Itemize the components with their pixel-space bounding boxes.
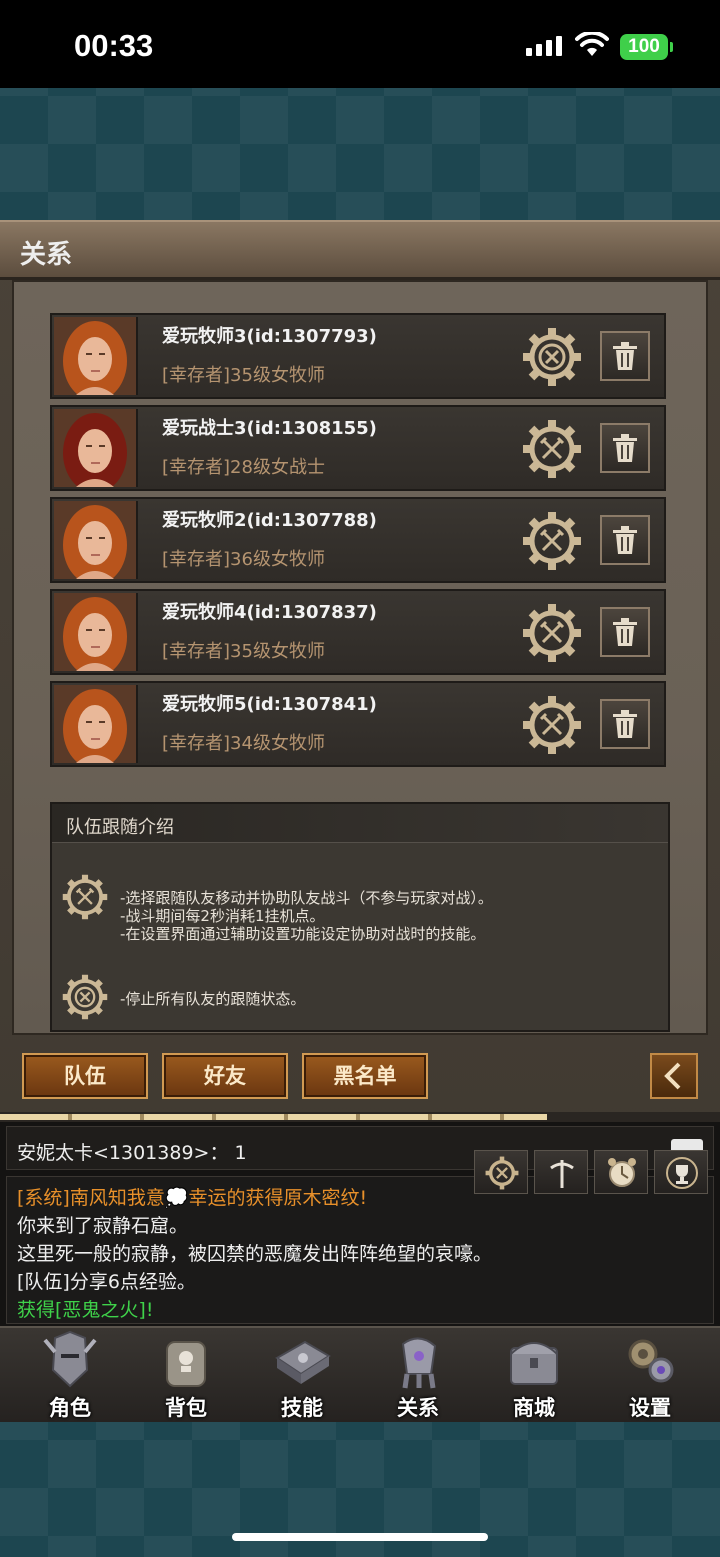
trash-icon bbox=[613, 526, 637, 554]
chat-message: [队伍]分享6点经验。 bbox=[17, 1271, 196, 1293]
friend-info: [幸存者]36级女牧师 bbox=[162, 549, 325, 570]
bottom-nav: 角色 背包 技能 关系 商城 设置 bbox=[0, 1326, 720, 1422]
chat-log: [系统]南风知我意💭幸运的获得原木密纹! 你来到了寂静石窟。这里死一般的寂静，被囚… bbox=[6, 1176, 714, 1324]
follow-button[interactable] bbox=[522, 603, 582, 663]
follow-button[interactable] bbox=[522, 695, 582, 755]
friend-row[interactable]: 爱玩战士3(id:1308155) [幸存者]28级女战士 bbox=[50, 405, 666, 491]
panel-title: 关系 bbox=[20, 240, 73, 270]
delete-friend-button[interactable] bbox=[600, 331, 650, 381]
chevron-left-icon bbox=[664, 1062, 681, 1090]
alarm-button[interactable] bbox=[594, 1150, 648, 1194]
gauntlet-icon bbox=[401, 1337, 437, 1389]
nav-item-backpack[interactable]: 背包 bbox=[131, 1328, 241, 1422]
avatar[interactable] bbox=[54, 593, 138, 671]
friend-info: [幸存者]28级女战士 bbox=[162, 457, 325, 478]
status-time: 00:33 bbox=[74, 28, 154, 63]
auto-follow-button[interactable] bbox=[474, 1150, 528, 1194]
follow-button[interactable] bbox=[522, 511, 582, 571]
chat-message: 这里死一般的寂静，被囚禁的恶魔发出阵阵绝望的哀嚎。 bbox=[17, 1243, 493, 1265]
gears-icon bbox=[628, 1339, 674, 1383]
nav-item-helmet[interactable]: 角色 bbox=[15, 1328, 125, 1422]
chat-message: 你来到了寂静石窟。 bbox=[17, 1215, 189, 1237]
avatar[interactable] bbox=[54, 317, 138, 395]
skill-book-icon bbox=[275, 1340, 331, 1384]
backpack-icon bbox=[166, 1341, 206, 1387]
follow-gear-icon bbox=[62, 874, 108, 920]
tab-blacklist[interactable]: 黑名单 bbox=[302, 1053, 428, 1099]
trash-icon bbox=[613, 618, 637, 646]
panel-titlebar: 关系 bbox=[0, 220, 720, 280]
treasure-chest-icon bbox=[510, 1342, 558, 1385]
pickaxe-button[interactable] bbox=[534, 1150, 588, 1194]
portrait-icon bbox=[54, 685, 136, 763]
avatar[interactable] bbox=[54, 685, 138, 763]
friend-row[interactable]: 爱玩牧师5(id:1307841) [幸存者]34级女牧师 bbox=[50, 681, 666, 767]
follow-button[interactable] bbox=[522, 419, 582, 479]
trophy-icon bbox=[666, 1157, 698, 1189]
trash-icon bbox=[613, 434, 637, 462]
nav-label: 角色 bbox=[49, 1396, 91, 1420]
nav-label: 设置 bbox=[629, 1396, 671, 1420]
friend-info: [幸存者]35级女牧师 bbox=[162, 641, 325, 662]
team-follow-intro: 队伍跟随介绍 -选择跟随队友移动并协助队友战斗（不参与玩家对战）。 -战斗期间每… bbox=[50, 802, 670, 1032]
friend-name: 爱玩战士3(id:1308155) bbox=[162, 418, 377, 439]
stop-follow-gear-icon bbox=[62, 974, 108, 1020]
signal-icon bbox=[526, 36, 562, 56]
progress-fill bbox=[0, 1114, 548, 1120]
trophy-button[interactable] bbox=[654, 1150, 708, 1194]
chat-message: [系统]南风知我意💭幸运的获得原木密纹! bbox=[17, 1187, 368, 1209]
status-bar: 00:33 100 bbox=[0, 0, 720, 88]
nav-item-treasure-chest[interactable]: 商城 bbox=[479, 1328, 589, 1422]
chat-message: 获得[恶鬼之火]! bbox=[17, 1299, 154, 1321]
home-indicator bbox=[232, 1533, 488, 1541]
friend-row[interactable]: 爱玩牧师4(id:1307837) [幸存者]35级女牧师 bbox=[50, 589, 666, 675]
friend-info: [幸存者]34级女牧师 bbox=[162, 733, 325, 754]
avatar[interactable] bbox=[54, 409, 138, 487]
follow-description: -选择跟随队友移动并协助队友战斗（不参与玩家对战）。 -战斗期间每2秒消耗1挂机… bbox=[120, 889, 493, 943]
friend-name: 爱玩牧师4(id:1307837) bbox=[162, 602, 377, 623]
nav-label: 商城 bbox=[513, 1396, 555, 1420]
nav-label: 关系 bbox=[397, 1396, 439, 1420]
intro-title: 队伍跟随介绍 bbox=[66, 817, 174, 838]
progress-bar bbox=[0, 1112, 720, 1122]
delete-friend-button[interactable] bbox=[600, 699, 650, 749]
battery-icon: 100 bbox=[620, 34, 668, 60]
avatar[interactable] bbox=[54, 501, 138, 579]
pickaxe-icon bbox=[550, 1160, 574, 1188]
friend-row[interactable]: 爱玩牧师3(id:1307793) [幸存者]35级女牧师 bbox=[50, 313, 666, 399]
helmet-icon bbox=[43, 1330, 97, 1388]
friend-name: 爱玩牧师2(id:1307788) bbox=[162, 510, 377, 531]
follow-gear-icon bbox=[485, 1156, 519, 1190]
trash-icon bbox=[613, 710, 637, 738]
friend-info: [幸存者]35级女牧师 bbox=[162, 365, 325, 386]
portrait-icon bbox=[54, 501, 136, 579]
friend-row[interactable]: 爱玩牧师2(id:1307788) [幸存者]36级女牧师 bbox=[50, 497, 666, 583]
friend-name: 爱玩牧师3(id:1307793) bbox=[162, 326, 377, 347]
tab-friends[interactable]: 好友 bbox=[162, 1053, 288, 1099]
chat-input-text: 安妮太卡<1301389>： 1 bbox=[17, 1142, 247, 1164]
friend-name: 爱玩牧师5(id:1307841) bbox=[162, 694, 377, 715]
wifi-icon bbox=[575, 32, 609, 56]
collapse-button[interactable] bbox=[650, 1053, 698, 1099]
trash-icon bbox=[613, 342, 637, 370]
stop-follow-description: -停止所有队友的跟随状态。 bbox=[120, 990, 306, 1008]
tab-team[interactable]: 队伍 bbox=[22, 1053, 148, 1099]
stop-follow-button[interactable] bbox=[522, 327, 582, 387]
portrait-icon bbox=[54, 593, 136, 671]
intro-header: 队伍跟随介绍 bbox=[52, 804, 668, 843]
alarm-clock-icon bbox=[608, 1158, 636, 1187]
delete-friend-button[interactable] bbox=[600, 607, 650, 657]
nav-item-gauntlet[interactable]: 关系 bbox=[363, 1328, 473, 1422]
delete-friend-button[interactable] bbox=[600, 515, 650, 565]
portrait-icon bbox=[54, 317, 136, 395]
nav-item-skill-book[interactable]: 技能 bbox=[247, 1328, 357, 1422]
nav-label: 背包 bbox=[165, 1396, 207, 1420]
delete-friend-button[interactable] bbox=[600, 423, 650, 473]
nav-item-gears[interactable]: 设置 bbox=[595, 1328, 705, 1422]
portrait-icon bbox=[54, 409, 136, 487]
nav-label: 技能 bbox=[281, 1396, 323, 1420]
